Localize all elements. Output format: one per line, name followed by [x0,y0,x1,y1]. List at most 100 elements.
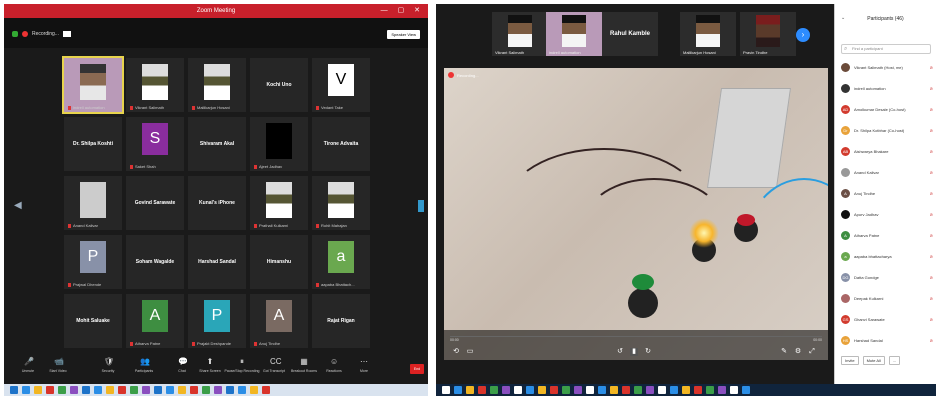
participant-tile[interactable]: Dr. Shilpa Koshti [64,117,122,171]
taskbar-app-icon[interactable] [682,386,690,394]
shared-video[interactable]: Recording... 00:00 00:00 ⟲ ▭ ↺ ▮ ↻ ✎ ⚙ ⤢ [444,68,828,360]
participant-tile[interactable]: Shivaram Akal [188,117,246,171]
participant-tile[interactable]: V Vedant Take [312,58,370,112]
participant-row[interactable]: Dr Dr. Shilpa Kotbhar (Co-host) ⊘ [841,123,933,137]
forward-icon[interactable]: ↻ [644,348,652,356]
taskbar-app-icon[interactable] [10,386,18,394]
participant-tile[interactable]: a aapaba Bhattach... [312,235,370,289]
window-controls[interactable]: — ▢ ✕ [381,4,424,18]
taskbar-app-icon[interactable] [154,386,162,394]
taskbar-app-icon[interactable] [574,386,582,394]
participant-row[interactable]: Anand Kalivar ⊘ [841,165,933,179]
panel-footer-button[interactable]: ... [888,356,901,365]
taskbar-app-icon[interactable] [142,386,150,394]
taskbar-app-icon[interactable] [670,386,678,394]
participant-tile[interactable]: P Prajakt Deshpande [188,294,246,348]
taskbar-app-icon[interactable] [262,386,270,394]
participant-row[interactable]: AD Amolkumar Desale (Co-host) ⊘ [841,102,933,116]
taskbar-app-icon[interactable] [130,386,138,394]
back-icon[interactable]: ⟲ [452,348,460,356]
prev-page-icon[interactable]: ◀ [14,200,22,211]
participant-row[interactable]: a aapaba bhattacharya ⊘ [841,249,933,263]
participant-tile[interactable]: Anand Kalivar [64,176,122,230]
taskbar-app-icon[interactable] [22,386,30,394]
panel-footer-button[interactable]: Invite [841,356,859,365]
taskbar-app-icon[interactable] [502,386,510,394]
taskbar-app-icon[interactable] [514,386,522,394]
participant-tile[interactable]: A Atharva Patne [126,294,184,348]
end-meeting-button[interactable]: End [410,364,424,374]
taskbar-app-icon[interactable] [478,386,486,394]
taskbar-app-icon[interactable] [82,386,90,394]
participant-tile[interactable]: Rohit Mahajan [312,176,370,230]
participant-row[interactable]: DG Datta Gondge ⊘ [841,270,933,284]
taskbar-app-icon[interactable] [250,386,258,394]
participant-row[interactable]: AB Aishwarya Bhakare ⊘ [841,144,933,158]
taskbar-app-icon[interactable] [178,386,186,394]
taskbar-app-icon[interactable] [562,386,570,394]
taskbar-app-icon[interactable] [226,386,234,394]
participant-row[interactable]: indrell automation ⊘ [841,81,933,95]
participant-row[interactable]: Deepak Kulkarni ⊘ [841,291,933,305]
taskbar-app-icon[interactable] [46,386,54,394]
participant-tile[interactable]: Mallikarjun Hosani [188,58,246,112]
participant-tile[interactable]: A Anuj Tindhe [250,294,308,348]
taskbar-app-icon[interactable] [202,386,210,394]
seek-bar[interactable] [450,336,822,337]
taskbar-app-icon[interactable] [634,386,642,394]
participant-tile[interactable]: Harshad Sandal [188,235,246,289]
thumbnail-tile[interactable]: Vikrant Salimath [492,12,548,56]
participant-row[interactable]: Vikrant Salimath (Host, me) ⊘ [841,60,933,74]
taskbar-app-icon[interactable] [454,386,462,394]
participant-tile[interactable]: Himanshu [250,235,308,289]
pen-icon[interactable]: ✎ [780,348,788,356]
participant-tile[interactable]: Soham Wagalde [126,235,184,289]
thumbnail-tile[interactable]: indrell automation [546,12,602,56]
taskbar-app-icon[interactable] [730,386,738,394]
participant-tile[interactable]: P Prajwal Dhende [64,235,122,289]
taskbar-app-icon[interactable] [190,386,198,394]
caption-icon[interactable]: ▭ [466,348,474,356]
taskbar-app-icon[interactable] [526,386,534,394]
participant-tile[interactable]: Mohit Saluake [64,294,122,348]
participant-search-input[interactable]: Find a participant [841,44,931,54]
participant-tile[interactable]: Tirone Advaita [312,117,370,171]
thumbnail-tile[interactable]: Pravin Tindhe [740,12,796,56]
taskbar-app-icon[interactable] [598,386,606,394]
play-icon[interactable]: ▮ [630,348,638,356]
next-thumbnails-icon[interactable]: › [796,28,810,42]
taskbar-app-icon[interactable] [718,386,726,394]
taskbar-app-icon[interactable] [214,386,222,394]
participant-tile[interactable]: indrell automation [62,56,124,114]
participant-row[interactable]: A Atharva Patne ⊘ [841,228,933,242]
taskbar-app-icon[interactable] [70,386,78,394]
taskbar-app-icon[interactable] [58,386,66,394]
pause-icon[interactable] [62,31,71,37]
participant-row[interactable]: A Anuj Tindhe ⊘ [841,186,933,200]
taskbar-app-icon[interactable] [538,386,546,394]
thumbnail-tile[interactable]: Mallikarjun Hosani [680,12,736,56]
participant-row[interactable]: GS Ghanvi Sarawate ⊘ [841,312,933,326]
next-page-icon[interactable] [418,200,424,212]
toolbar-more-button[interactable]: ⋯ More [344,358,384,374]
taskbar-app-icon[interactable] [166,386,174,394]
speaker-view-button[interactable]: Speaker View [387,30,420,39]
participant-tile[interactable]: Rajat Rigan [312,294,370,348]
participant-tile[interactable]: Prathali Kulkarni [250,176,308,230]
taskbar-app-icon[interactable] [118,386,126,394]
participant-tile[interactable]: Ajeet Jadhav [250,117,308,171]
participant-row[interactable]: HS Harshad Sandal ⊘ [841,333,933,347]
participant-tile[interactable]: Govind Sarawate [126,176,184,230]
taskbar-app-icon[interactable] [106,386,114,394]
taskbar-app-icon[interactable] [586,386,594,394]
toolbar-security-button[interactable]: 🛡 Security [88,358,128,374]
participant-tile[interactable]: S Saket Shah [126,117,184,171]
taskbar-app-icon[interactable] [706,386,714,394]
taskbar-app-icon[interactable] [646,386,654,394]
participant-row[interactable]: Apurv Jadhav ⊘ [841,207,933,221]
thumbnail-tile[interactable]: Rahul Kamble [602,12,658,56]
toolbar-start-video-button[interactable]: 📹 Start Video [38,358,78,374]
taskbar-app-icon[interactable] [694,386,702,394]
settings-icon[interactable]: ⚙ [794,348,802,356]
taskbar-app-icon[interactable] [238,386,246,394]
